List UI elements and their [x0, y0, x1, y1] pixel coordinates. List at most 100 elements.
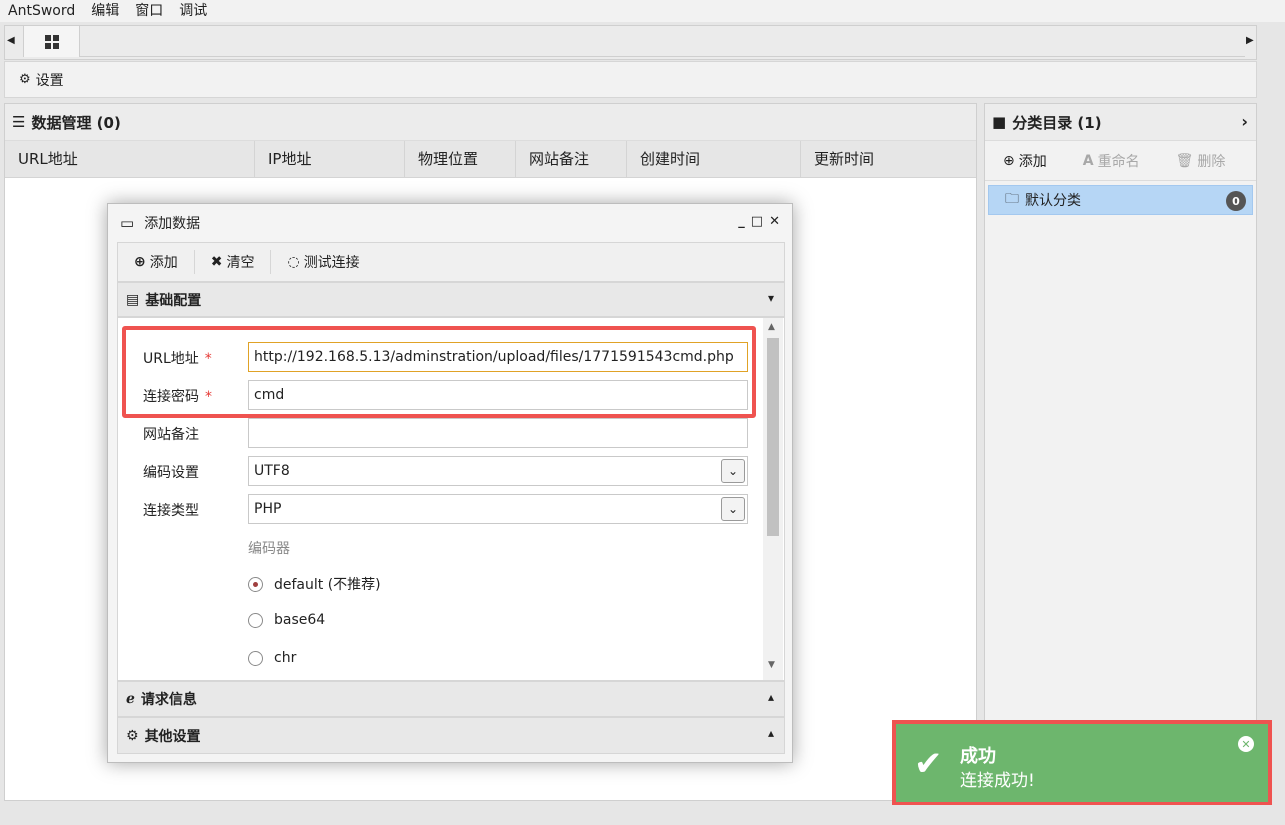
font-icon: A [1082, 152, 1094, 169]
section-request-title: 请求信息 [140, 692, 197, 708]
dialog-add-label: 添加 [149, 255, 178, 271]
form-scrollbar[interactable]: ▲ ▼ [763, 318, 783, 680]
list-icon: ☰ [12, 113, 26, 131]
section-basic-title: 基础配置 [145, 292, 202, 309]
highlight-box [122, 326, 756, 418]
scroll-up-icon[interactable]: ▲ [768, 322, 775, 332]
encoder-label: 编码器 [248, 541, 290, 557]
category-add-button[interactable]: ⊕ 添加 [985, 151, 1065, 171]
encoding-value: UTF8 [254, 463, 290, 479]
category-item-label: 默认分类 [1025, 193, 1081, 209]
menu-window[interactable]: 窗口 [127, 0, 171, 22]
menu-debug[interactable]: 调试 [171, 0, 215, 22]
category-item-default[interactable]: 🗀 默认分类 0 [988, 185, 1253, 215]
spinner-icon: ◌ [287, 254, 300, 270]
test-connection-button[interactable]: ◌ 测试连接 [271, 250, 375, 274]
scroll-down-icon[interactable]: ▼ [768, 660, 775, 670]
column-note[interactable]: 网站备注 [516, 141, 627, 177]
tab-separator [80, 56, 1245, 57]
category-panel: ■ 分类目录 (1) › ⊕ 添加 A 重命名 🗑 删除 🗀 默认分类 0 [984, 103, 1257, 801]
section-request-info[interactable]: ℯ 请求信息 ▴ [117, 681, 785, 717]
tab-strip: ◀ ▶ [4, 25, 1257, 60]
type-select[interactable]: PHP ⌄ [248, 494, 748, 524]
scroll-left-icon[interactable]: ◀ [7, 35, 15, 46]
encoder-option-chr[interactable]: chr [248, 650, 296, 666]
category-count-badge: 0 [1226, 191, 1246, 211]
main-toolbar: ⚙ 设置 [4, 61, 1257, 98]
chevron-up-icon: ▴ [767, 726, 774, 740]
encoder-option-label: default (不推荐) [274, 577, 381, 593]
column-created[interactable]: 创建时间 [627, 141, 801, 177]
note-row: 网站备注 [118, 418, 758, 448]
encoding-row: 编码设置 UTF8 ⌄ [118, 456, 758, 486]
status-bar [0, 805, 1285, 825]
data-table-header: URL地址 IP地址 物理位置 网站备注 创建时间 更新时间 [5, 141, 976, 178]
cogs-icon: ⚙ [126, 727, 139, 744]
type-value: PHP [254, 501, 282, 517]
category-delete-button[interactable]: 🗑 删除 [1158, 151, 1244, 171]
category-rename-button[interactable]: A 重命名 [1065, 151, 1158, 171]
column-updated[interactable]: 更新时间 [801, 141, 976, 177]
menu-bar: AntSword 编辑 窗口 调试 [0, 0, 1285, 22]
section-other-title: 其他设置 [144, 728, 201, 745]
encoder-option-default[interactable]: default (不推荐) [248, 574, 381, 594]
folder-icon: ■ [992, 113, 1007, 131]
radio-unselected[interactable] [248, 650, 263, 666]
dialog-clear-button[interactable]: ✖ 清空 [195, 250, 272, 274]
plus-circle-icon: ⊕ [134, 254, 146, 270]
chevron-down-icon[interactable]: ⌄ [721, 459, 745, 483]
chevron-down-icon: ▾ [767, 291, 774, 305]
encoding-select[interactable]: UTF8 ⌄ [248, 456, 748, 486]
gear-icon: ⚙ [19, 72, 31, 87]
add-data-dialog: ▭ 添加数据 _ □ ✕ ⊕ 添加 ✖ 清空 ◌ 测试连接 ▤ 基础配置 ▾ U… [107, 203, 793, 763]
toast-close-icon[interactable]: ✕ [1238, 736, 1254, 752]
close-icon[interactable]: ✕ [769, 214, 780, 229]
dialog-clear-label: 清空 [226, 255, 255, 271]
success-toast: ✔ 成功 连接成功! ✕ [892, 720, 1272, 806]
category-toolbar: ⊕ 添加 A 重命名 🗑 删除 [985, 141, 1256, 181]
chevron-up-icon: ▴ [767, 690, 774, 704]
grid-icon [44, 34, 59, 49]
note-label: 网站备注 [143, 427, 199, 443]
chevron-right-icon[interactable]: › [1241, 112, 1248, 131]
minimize-icon[interactable]: _ [738, 214, 745, 229]
toast-title: 成功 [960, 746, 996, 767]
dialog-titlebar[interactable]: ▭ 添加数据 _ □ ✕ [108, 204, 792, 242]
test-connection-label: 测试连接 [303, 255, 360, 271]
encoder-option-label: chr [274, 650, 297, 666]
ie-icon: ℯ [126, 691, 135, 707]
menu-app[interactable]: AntSword [0, 0, 83, 22]
menu-edit[interactable]: 编辑 [83, 0, 127, 22]
window-icon: ▭ [120, 214, 135, 232]
column-ip[interactable]: IP地址 [255, 141, 405, 177]
category-rename-label: 重命名 [1097, 153, 1140, 170]
category-panel-header: ■ 分类目录 (1) › [985, 104, 1256, 141]
document-icon: ▤ [126, 291, 140, 308]
toast-message: 连接成功! [960, 771, 1035, 791]
column-location[interactable]: 物理位置 [405, 141, 516, 177]
radio-selected[interactable] [248, 576, 263, 592]
radio-unselected[interactable] [248, 612, 263, 628]
tab-home[interactable] [23, 25, 80, 57]
scroll-thumb[interactable] [767, 338, 779, 536]
plus-circle-icon: ⊕ [1003, 152, 1015, 169]
dialog-body: ⊕ 添加 ✖ 清空 ◌ 测试连接 ▤ 基础配置 ▾ URL地址 * http://… [117, 242, 785, 754]
chevron-down-icon[interactable]: ⌄ [721, 497, 745, 521]
maximize-icon[interactable]: □ [751, 214, 763, 229]
category-add-label: 添加 [1018, 153, 1047, 170]
section-other-settings[interactable]: ⚙ 其他设置 ▴ [117, 717, 785, 754]
note-input[interactable] [248, 418, 748, 448]
x-icon: ✖ [210, 254, 223, 270]
column-url[interactable]: URL地址 [5, 141, 255, 177]
trash-icon: 🗑 [1175, 152, 1194, 169]
data-panel-title: 数据管理 (0) [31, 113, 121, 132]
encoding-label: 编码设置 [143, 465, 199, 481]
scroll-right-icon[interactable]: ▶ [1246, 35, 1254, 46]
data-panel-header: ☰ 数据管理 (0) [5, 104, 976, 141]
dialog-add-button[interactable]: ⊕ 添加 [118, 250, 195, 274]
section-basic-config[interactable]: ▤ 基础配置 ▾ [117, 282, 785, 317]
settings-button[interactable]: 设置 [36, 70, 64, 90]
type-row: 连接类型 PHP ⌄ [118, 494, 758, 524]
encoder-option-base64[interactable]: base64 [248, 612, 325, 628]
encoder-option-label: base64 [274, 612, 326, 628]
